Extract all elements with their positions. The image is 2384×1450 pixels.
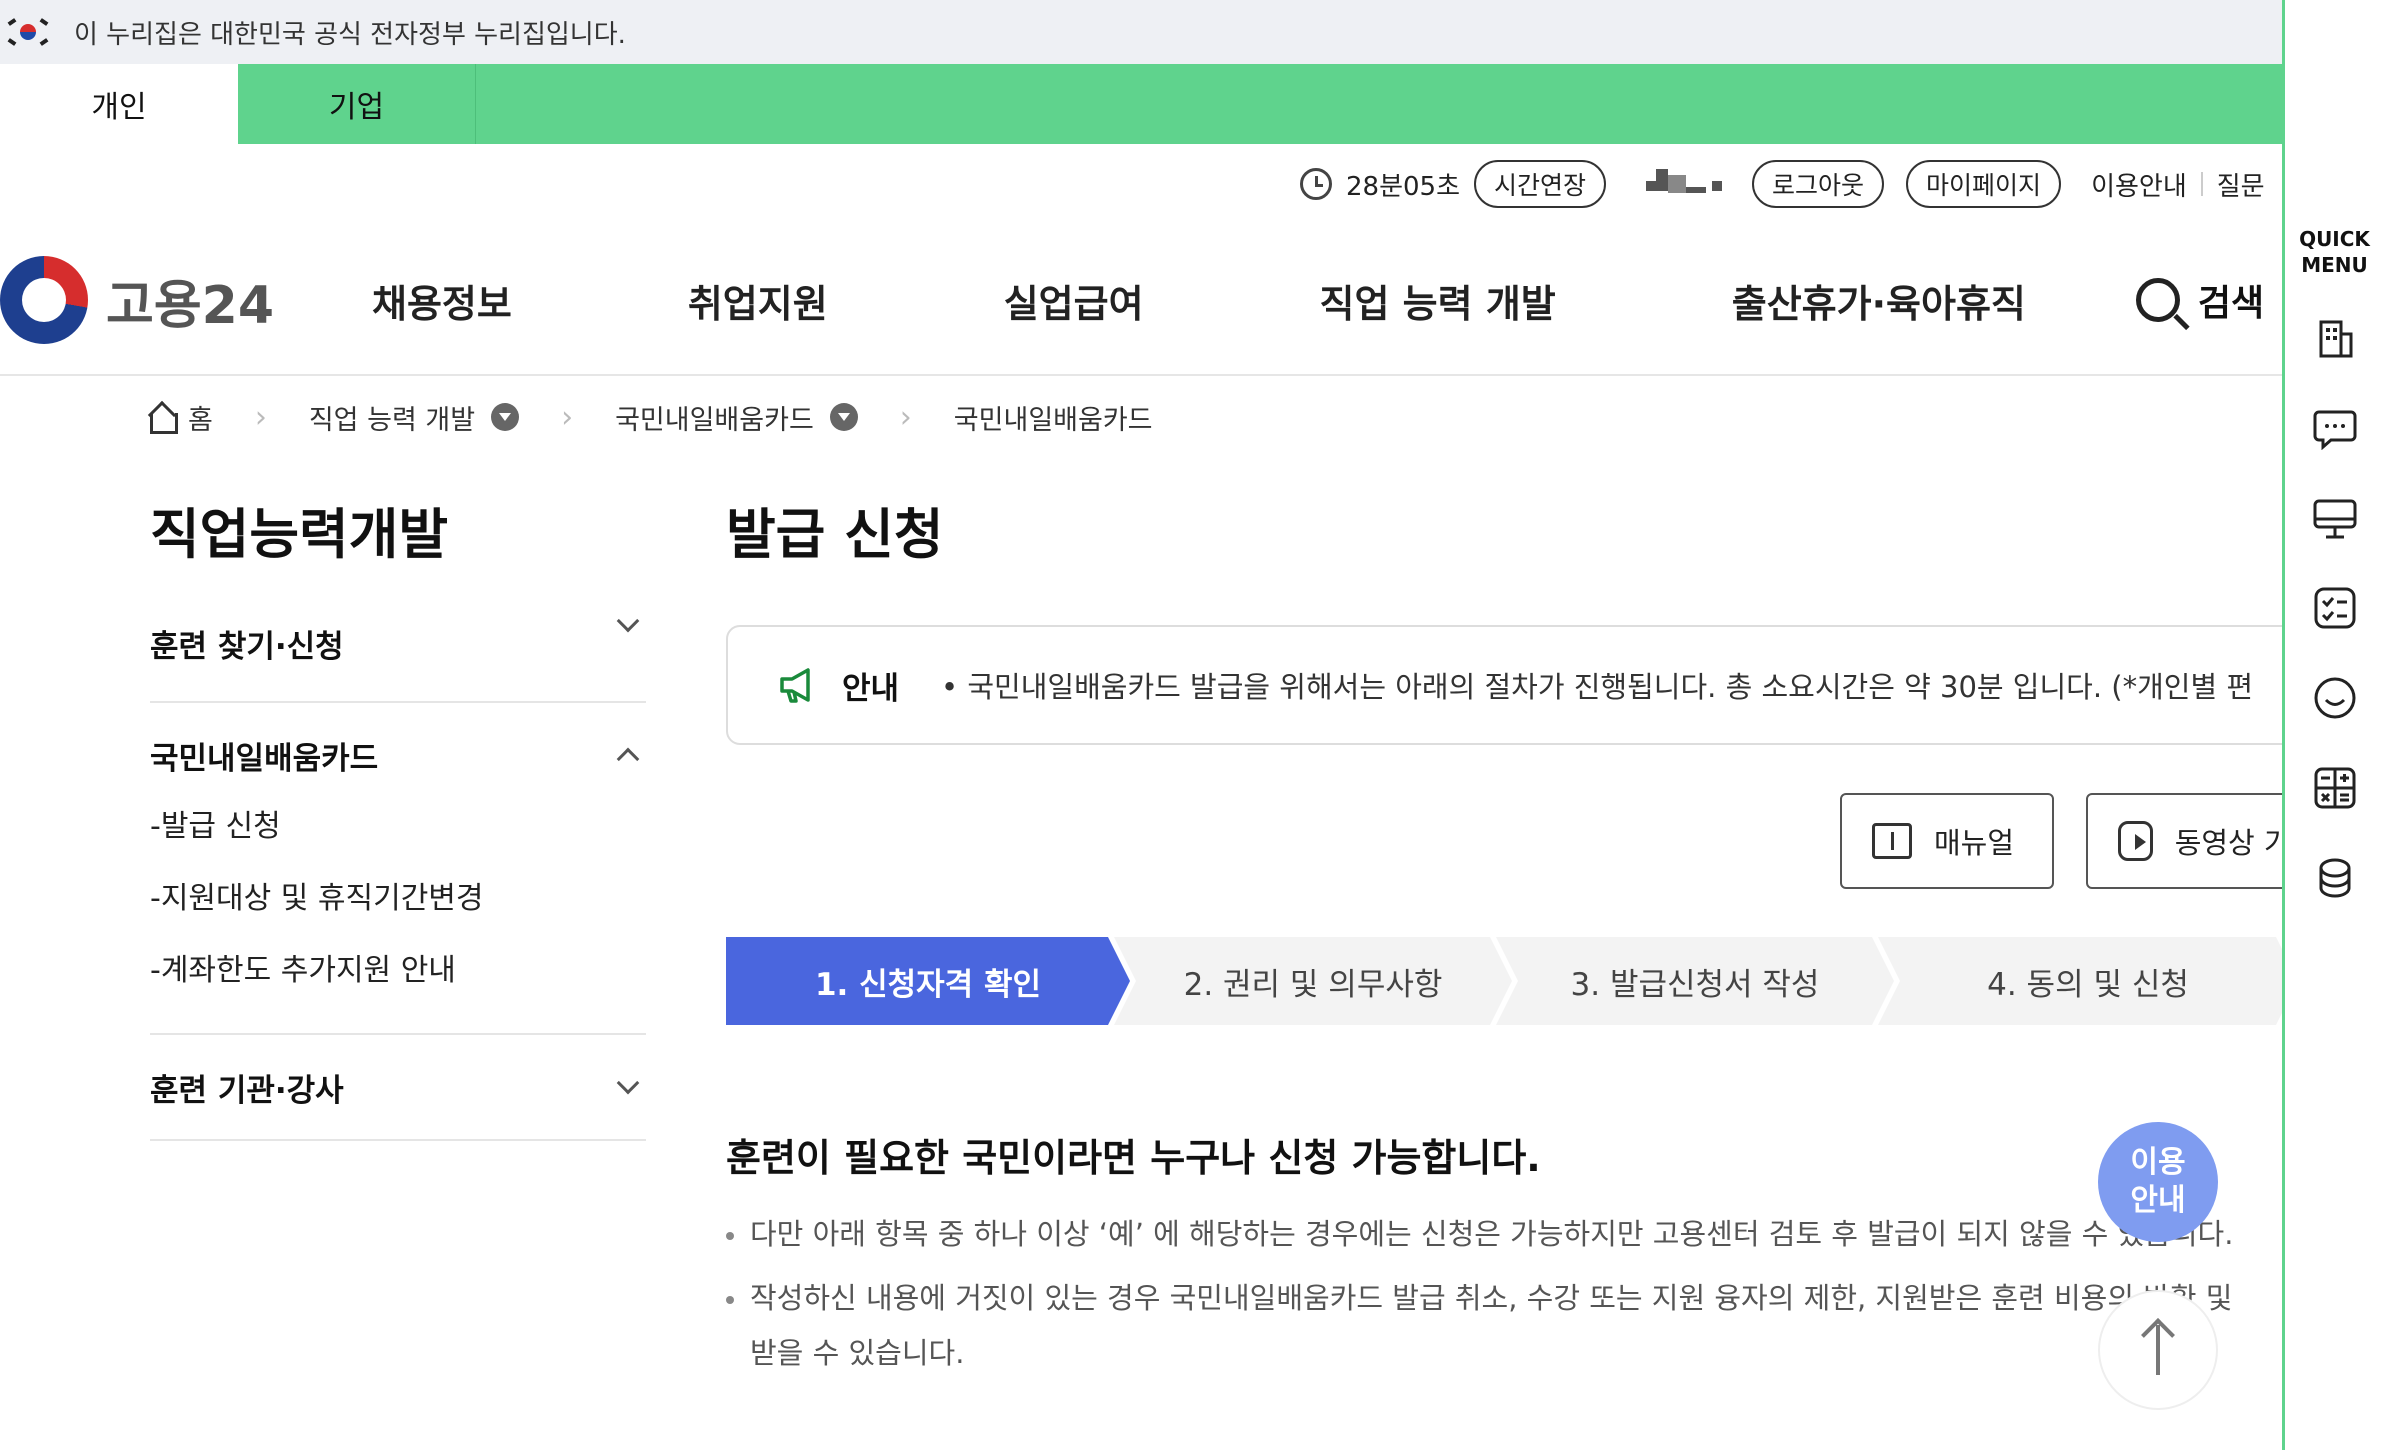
dropdown-icon[interactable] (491, 403, 520, 431)
notice-box: 안내 • 국민내일배움카드 발급을 위해서는 아래의 절차가 진행됩니다. 총 … (726, 625, 2284, 745)
list-item-continued: 받을 수 있습니다. (750, 1336, 965, 1370)
calculator-icon[interactable] (2313, 766, 2357, 810)
usage-guide-floating-button[interactable]: 이용 안내 (2098, 1122, 2218, 1242)
user-name-redacted (1646, 169, 1723, 199)
sidebar-item-training-search[interactable]: 훈련 찾기·신청 (150, 609, 646, 701)
scroll-top-button[interactable] (2098, 1290, 2218, 1410)
floating-guide-line: 이용 (2130, 1145, 2186, 1180)
sidebar-group: 훈련 찾기·신청 (150, 609, 646, 703)
divider (2200, 172, 2203, 196)
korea-flag-icon (7, 18, 49, 46)
sidebar-title: 직업능력개발 (150, 503, 449, 566)
step-application-form: 3. 발급신청서 작성 (1496, 937, 1894, 1025)
session-timer: 28분05초 (1346, 171, 1461, 202)
main-content: 발급 신청 안내 • 국민내일배움카드 발급을 위해서는 아래의 절차가 진행됩… (726, 490, 2284, 1380)
nav-item-parental-leave[interactable]: 출산휴가·육아휴직 (1732, 273, 2026, 328)
chevron-down-icon (616, 609, 640, 633)
sidebar-item-label: 국민내일배움카드 (150, 740, 379, 777)
quick-menu: QUICK MENU (2282, 0, 2384, 1450)
manual-label: 매뉴얼 (1934, 826, 2015, 860)
breadcrumb-item[interactable]: 국민내일배움카드 (615, 398, 814, 437)
notice-text: • 국민내일배움카드 발급을 위해서는 아래의 절차가 진행됩니다. 총 소요시… (941, 670, 2254, 704)
logo-text: 고용24 (106, 275, 275, 336)
megaphone-icon (780, 668, 810, 703)
video-guide-button[interactable]: 동영상 가이드 (2086, 793, 2284, 889)
quick-menu-title-line: QUICK (2299, 227, 2370, 251)
step-consent-apply: 4. 동의 및 신청 (1878, 937, 2284, 1025)
breadcrumb-home[interactable]: 홈 (188, 398, 213, 437)
nav-item-vocational-training[interactable]: 직업 능력 개발 (1320, 273, 1556, 328)
floating-guide-line: 안내 (2130, 1183, 2186, 1218)
main-header: 고용24 채용정보 취업지원 실업급여 직업 능력 개발 출산휴가·육아휴직 검… (0, 226, 2284, 376)
list-item: 작성하신 내용에 거짓이 있는 경우 국민내일배움카드 발급 취소, 수강 또는… (726, 1270, 2284, 1326)
tab-business[interactable]: 기업 (238, 64, 476, 144)
progress-steps: 1. 신청자격 확인 2. 권리 및 의무사항 3. 발급신청서 작성 4. 동… (726, 937, 2284, 1025)
chevron-right-icon: › (561, 399, 574, 435)
sidebar-group: 훈련 기관·강사 (150, 1035, 646, 1141)
sidebar-item-label: 훈련 찾기·신청 (150, 629, 344, 665)
search-label: 검색 (2197, 283, 2265, 324)
clock-icon (1300, 168, 1332, 200)
quick-menu-title-line: MENU (2301, 253, 2368, 277)
step-rights-duties: 2. 권리 및 의무사항 (1114, 937, 1512, 1025)
list-item: 다만 아래 항목 중 하나 이상 ‘예’ 에 해당하는 경우에는 신청은 가능하… (726, 1206, 2284, 1262)
sidebar-subitem-apply[interactable]: -발급 신청 (150, 787, 646, 859)
sidebar-subitem-limit-support[interactable]: -계좌한도 추가지원 안내 (150, 931, 646, 1003)
user-type-tabs: 개인 기업 (0, 64, 2284, 144)
sidebar-submenu: -발급 신청 -지원대상 및 휴직기간변경 -계좌한도 추가지원 안내 (150, 787, 646, 1033)
play-icon (2118, 821, 2153, 861)
usage-guide-link[interactable]: 이용안내 (2091, 166, 2187, 203)
checklist-icon[interactable] (2313, 586, 2357, 630)
notice-label: 안내 (842, 670, 900, 707)
smile-icon[interactable] (2313, 676, 2357, 720)
arrow-up-icon (2156, 1325, 2160, 1375)
coin-icon[interactable] (2317, 856, 2353, 900)
sidebar-group: 국민내일배움카드 -발급 신청 -지원대상 및 휴직기간변경 -계좌한도 추가지… (150, 703, 646, 1035)
monitor-icon[interactable] (2312, 498, 2358, 540)
section-title: 훈련이 필요한 국민이라면 누구나 신청 가능합니다. (726, 1136, 1541, 1180)
video-guide-label: 동영상 가이드 (2174, 826, 2284, 860)
tab-personal[interactable]: 개인 (0, 64, 238, 144)
gov-banner: 이 누리집은 대한민국 공식 전자정부 누리집입니다. (0, 0, 2284, 64)
mypage-button[interactable]: 마이페이지 (1906, 160, 2062, 208)
quick-menu-title: QUICK MENU (2299, 226, 2370, 278)
breadcrumb-current: 국민내일배움카드 (953, 404, 1153, 436)
chat-icon[interactable] (2313, 408, 2357, 450)
sidebar-subitem-eligibility-change[interactable]: -지원대상 및 휴직기간변경 (150, 859, 646, 931)
faq-link[interactable]: 질문 (2217, 166, 2265, 203)
site-logo[interactable]: 고용24 (0, 256, 330, 344)
sidebar-item-training-institutions[interactable]: 훈련 기관·강사 (150, 1035, 646, 1139)
nav-item-jobs[interactable]: 채용정보 (372, 273, 512, 328)
sidebar-item-label: 훈련 기관·강사 (150, 1072, 344, 1109)
sidebar: 직업능력개발 훈련 찾기·신청 국민내일배움카드 -발급 신청 -지원대상 및 … (150, 490, 646, 1141)
search-icon (2135, 278, 2180, 322)
step-eligibility: 1. 신청자격 확인 (726, 937, 1130, 1025)
breadcrumb-item[interactable]: 직업 능력 개발 (309, 398, 475, 437)
home-icon[interactable] (146, 403, 178, 434)
page-title: 발급 신청 (726, 503, 944, 566)
logout-button[interactable]: 로그아웃 (1752, 160, 1885, 208)
guide-buttons: 매뉴얼 동영상 가이드 (726, 793, 2284, 889)
dropdown-icon[interactable] (829, 403, 858, 431)
extend-session-button[interactable]: 시간연장 (1474, 160, 1607, 208)
chevron-down-icon (616, 1071, 640, 1095)
book-icon (1872, 823, 1912, 859)
search-button[interactable]: 검색 (2135, 274, 2265, 326)
chevron-right-icon: › (899, 399, 912, 435)
building-icon[interactable] (2315, 318, 2355, 360)
chevron-right-icon: › (254, 399, 267, 435)
taegeuk-logo-icon (0, 256, 88, 344)
chevron-up-icon (616, 747, 640, 771)
breadcrumb: 홈 › 직업 능력 개발 › 국민내일배움카드 › 국민내일배움카드 (146, 392, 1153, 442)
manual-button[interactable]: 매뉴얼 (1840, 793, 2054, 889)
notice-list: 다만 아래 항목 중 하나 이상 ‘예’ 에 해당하는 경우에는 신청은 가능하… (726, 1206, 2284, 1380)
nav-item-employment-support[interactable]: 취업지원 (688, 273, 828, 328)
nav-item-unemployment-benefits[interactable]: 실업급여 (1004, 273, 1144, 328)
main-nav: 채용정보 취업지원 실업급여 직업 능력 개발 출산휴가·육아휴직 (330, 273, 2026, 328)
utility-bar: 28분05초 시간연장 로그아웃 마이페이지 이용안내 질문 (1300, 158, 2284, 210)
gov-banner-text: 이 누리집은 대한민국 공식 전자정부 누리집입니다. (74, 19, 626, 50)
